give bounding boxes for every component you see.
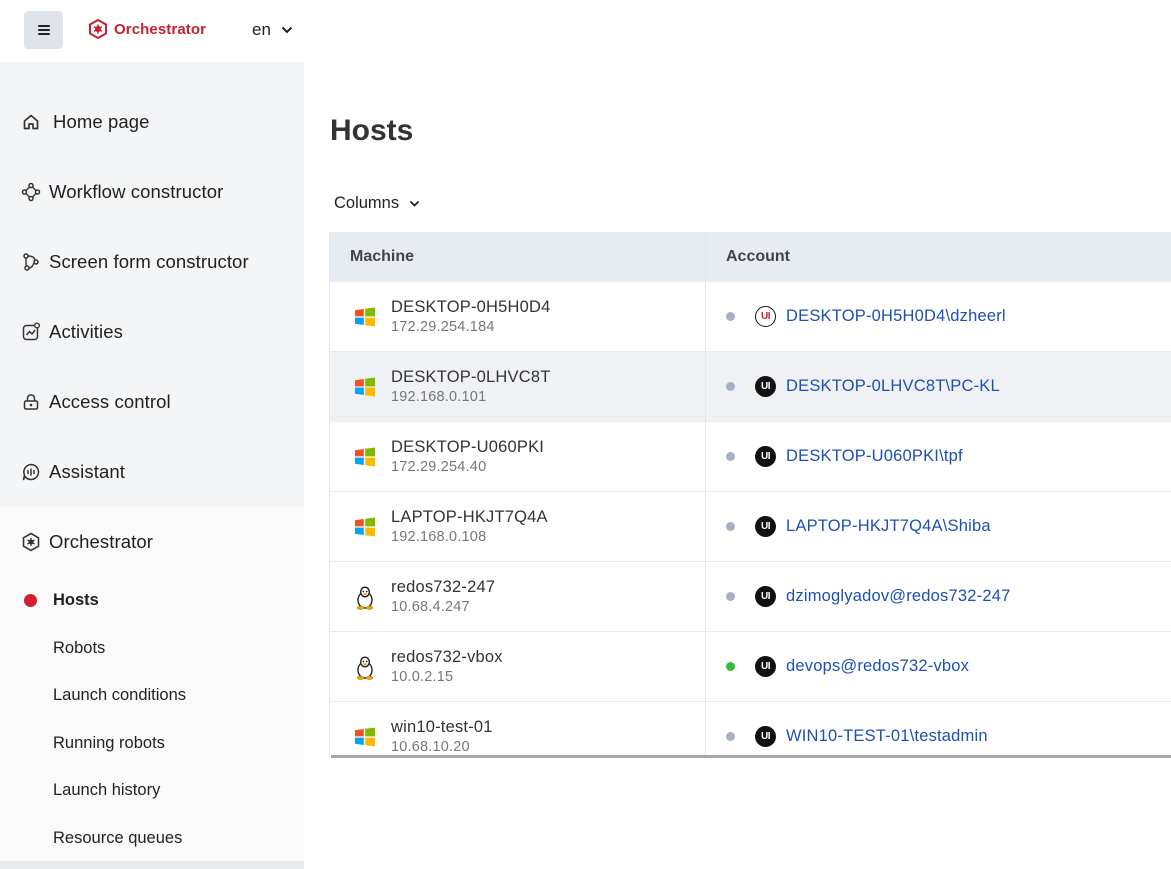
sidebar-item-activities[interactable]: Activities xyxy=(0,297,304,367)
ui-robot-icon: UI xyxy=(755,656,776,677)
windows-icon xyxy=(354,376,376,398)
machine-name: redos732-247 xyxy=(391,578,496,596)
columns-label: Columns xyxy=(334,194,400,212)
column-divider xyxy=(705,232,706,758)
machine-ip: 10.68.10.20 xyxy=(391,739,470,755)
ui-robot-icon: UI xyxy=(755,446,776,467)
status-indicator xyxy=(726,382,735,391)
machine-ip: 192.168.0.101 xyxy=(391,389,487,405)
table-row[interactable]: LAPTOP-HKJT7Q4A 192.168.0.108 UI LAPTOP-HKJ… xyxy=(330,492,1171,562)
account-link[interactable]: LAPTOP-HKJT7Q4A\Shiba xyxy=(786,517,991,536)
sidebar-subitem-resource-queues[interactable]: Resource queues xyxy=(53,829,182,848)
ui-robot-icon: UI xyxy=(755,306,776,327)
top-bar: Orchestrator en xyxy=(0,0,1171,62)
table-row[interactable]: DESKTOP-0LHVC8T 192.168.0.101 UI DESKTOP-0L… xyxy=(330,352,1171,422)
sidebar: Home page Workflow constructor Screen fo… xyxy=(0,62,304,869)
orchestrator-section: Orchestrator Hosts Robots Launch conditi… xyxy=(0,507,304,869)
ui-robot-icon: UI xyxy=(755,586,776,607)
page-title: Hosts xyxy=(330,114,414,147)
sidebar-item-screen-form-constructor[interactable]: Screen form constructor xyxy=(0,227,304,297)
ui-robot-icon: UI xyxy=(755,516,776,537)
chevron-down-icon xyxy=(409,200,420,207)
sidebar-item-orchestrator[interactable]: Orchestrator xyxy=(0,507,304,577)
machine-ip: 172.29.254.184 xyxy=(391,319,495,335)
account-link[interactable]: dzimoglyadov@redos732-247 xyxy=(786,587,1010,606)
sidebar-item-label: Orchestrator xyxy=(49,531,154,552)
machine-ip: 10.68.4.247 xyxy=(391,599,470,615)
account-link[interactable]: devops@redos732-vbox xyxy=(786,657,969,676)
chevron-down-icon xyxy=(281,26,293,34)
table-row[interactable]: redos732-247 10.68.4.247 UI dzimoglyadov@re… xyxy=(330,562,1171,632)
menu-toggle-button[interactable] xyxy=(24,11,63,49)
hamburger-icon xyxy=(37,25,50,35)
access-control-icon xyxy=(20,391,42,413)
account-link[interactable]: WIN10-TEST-01\testadmin xyxy=(786,727,988,746)
orchestrator-logo-icon xyxy=(89,19,107,39)
brand-logo[interactable]: Orchestrator xyxy=(88,19,206,39)
sidebar-subitem-launch-history[interactable]: Launch history xyxy=(53,781,160,800)
status-indicator xyxy=(726,732,735,741)
home-icon xyxy=(20,111,42,133)
table-row[interactable]: DESKTOP-0H5H0D4 172.29.254.184 UI DESKTOP-0… xyxy=(330,282,1171,352)
account-link[interactable]: DESKTOP-0LHVC8T\PC-KL xyxy=(786,377,1000,396)
ui-robot-icon: UI xyxy=(755,726,776,747)
activities-icon xyxy=(20,321,42,343)
machine-name: win10-test-01 xyxy=(391,718,493,736)
workflow-icon xyxy=(20,181,42,203)
machine-ip: 10.0.2.15 xyxy=(391,669,454,685)
assistant-icon xyxy=(20,461,42,483)
table-scrollbar[interactable] xyxy=(331,755,1171,758)
sidebar-item-access-control[interactable]: Access control xyxy=(0,367,304,437)
screen-form-icon xyxy=(20,251,42,273)
table-row[interactable]: DESKTOP-U060PKI 172.29.254.40 UI DESKTOP-U0… xyxy=(330,422,1171,492)
machine-name: DESKTOP-0LHVC8T xyxy=(391,368,551,386)
linux-icon xyxy=(354,656,376,680)
active-indicator-dot xyxy=(24,594,37,607)
sidebar-item-label: Home page xyxy=(53,111,150,132)
language-select[interactable]: en xyxy=(252,20,293,40)
sidebar-bottom-strip xyxy=(0,861,304,869)
windows-icon xyxy=(354,306,376,328)
windows-icon xyxy=(354,446,376,468)
column-header-account[interactable]: Account xyxy=(726,232,790,282)
account-link[interactable]: DESKTOP-0H5H0D4\dzheerl xyxy=(786,307,1006,326)
windows-icon xyxy=(354,726,376,748)
table-header: Machine Account xyxy=(330,232,1171,282)
hosts-table: Machine Account DESKTOP-0H5H0D4 172.29.25… xyxy=(329,232,1171,758)
status-indicator xyxy=(726,592,735,601)
sidebar-item-label: Workflow constructor xyxy=(49,181,224,202)
brand-name: Orchestrator xyxy=(114,20,207,38)
machine-name: DESKTOP-0H5H0D4 xyxy=(391,298,551,316)
sidebar-subitem-robots[interactable]: Robots xyxy=(53,639,105,658)
column-header-machine[interactable]: Machine xyxy=(350,232,414,282)
machine-name: DESKTOP-U060PKI xyxy=(391,438,545,456)
sidebar-subitem-running-robots[interactable]: Running robots xyxy=(53,734,165,753)
columns-dropdown-button[interactable]: Columns xyxy=(334,194,420,213)
machine-ip: 172.29.254.40 xyxy=(391,459,487,475)
status-indicator xyxy=(726,662,735,671)
status-indicator xyxy=(726,522,735,531)
machine-name: LAPTOP-HKJT7Q4A xyxy=(391,508,548,526)
sidebar-item-assistant[interactable]: Assistant xyxy=(0,437,304,507)
sidebar-item-workflow-constructor[interactable]: Workflow constructor xyxy=(0,157,304,227)
status-indicator xyxy=(726,452,735,461)
sidebar-item-home-page[interactable]: Home page xyxy=(0,87,304,157)
sidebar-item-label: Access control xyxy=(49,391,171,412)
linux-icon xyxy=(354,586,376,610)
sidebar-subitem-hosts[interactable]: Hosts xyxy=(53,591,99,610)
sidebar-item-label: Assistant xyxy=(49,461,125,482)
sidebar-item-label: Activities xyxy=(49,321,123,342)
sidebar-subitem-launch-conditions[interactable]: Launch conditions xyxy=(53,686,186,705)
ui-robot-icon: UI xyxy=(755,376,776,397)
table-row[interactable]: win10-test-01 10.68.10.20 UI WIN10-TEST-01\… xyxy=(330,702,1171,758)
sidebar-item-label: Screen form constructor xyxy=(49,251,249,272)
orchestrator-icon xyxy=(20,531,42,553)
table-row[interactable]: redos732-vbox 10.0.2.15 UI devops@redos732-… xyxy=(330,632,1171,702)
status-indicator xyxy=(726,312,735,321)
machine-ip: 192.168.0.108 xyxy=(391,529,487,545)
windows-icon xyxy=(354,516,376,538)
language-value: en xyxy=(252,20,271,39)
machine-name: redos732-vbox xyxy=(391,648,503,666)
account-link[interactable]: DESKTOP-U060PKI\tpf xyxy=(786,447,963,466)
